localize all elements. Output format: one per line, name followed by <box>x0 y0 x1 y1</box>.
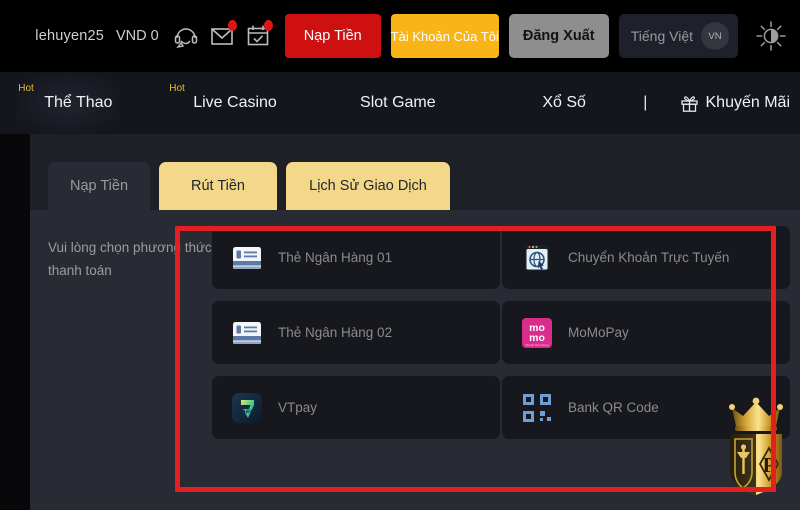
nav-item-the-thao[interactable]: Hot Thể Thao <box>16 72 121 134</box>
svg-text:pay: pay <box>241 408 253 415</box>
nav-label: Live Casino <box>193 94 277 111</box>
crown-shield-logo: P <box>716 396 796 500</box>
mail-icon[interactable] <box>209 20 237 49</box>
nav-item-slot-game[interactable]: Slot Game <box>350 72 446 134</box>
nav-label: Khuyến Mãi <box>705 94 791 111</box>
language-selector[interactable]: Tiếng Việt VN <box>618 14 738 58</box>
method-momopay[interactable]: mo mo Nhanh Nhu Mong MoMoPay <box>502 301 790 364</box>
method-label: VTpay <box>278 400 318 415</box>
nav-label: Xổ Số <box>542 94 586 111</box>
method-chuyen-khoan-truc-tuyen[interactable]: Chuyển Khoản Trực Tuyến <box>502 226 790 289</box>
panel-body: Vui lòng chọn phương thức thanh toán Thẻ… <box>30 210 800 510</box>
nav-item-khuyen-mai[interactable]: Khuyến Mãi <box>670 72 800 134</box>
page-root: lehuyen25 VND 0 Nạp Tiền Tài Khoản Của T… <box>0 0 800 510</box>
hot-badge: Hot <box>18 83 34 94</box>
gift-icon <box>680 94 699 113</box>
language-label: Tiếng Việt <box>630 28 693 44</box>
svg-text:Nhanh Nhu Mong: Nhanh Nhu Mong <box>525 343 549 347</box>
mail-badge <box>227 20 237 31</box>
method-label: Thẻ Ngân Hàng 02 <box>278 325 393 340</box>
nav-label: Thể Thao <box>44 94 113 111</box>
method-label: Thẻ Ngân Hàng 01 <box>278 250 393 265</box>
method-the-ngan-hang-01[interactable]: Thẻ Ngân Hàng 01 <box>212 226 500 289</box>
balance-label: VND 0 <box>116 28 159 44</box>
calendar-check-icon[interactable] <box>245 20 273 49</box>
nav-item-xo-so[interactable]: Xổ Số <box>532 72 596 134</box>
calendar-badge <box>263 20 273 31</box>
qr-code-icon <box>520 391 554 425</box>
tab-lich-su-giao-dich[interactable]: Lịch Sử Giao Dịch <box>286 162 450 210</box>
content-panel: Nạp Tiền Rút Tiền Lịch Sử Giao Dịch Vui … <box>30 134 800 510</box>
momo-logo-icon: mo mo Nhanh Nhu Mong <box>520 316 554 350</box>
nav-label: Slot Game <box>360 94 436 111</box>
payment-hint-text: Vui lòng chọn phương thức thanh toán <box>48 240 212 278</box>
header-icon-group <box>173 20 273 49</box>
hot-badge: Hot <box>169 83 185 94</box>
top-header: lehuyen25 VND 0 Nạp Tiền Tài Khoản Của T… <box>0 0 800 72</box>
tab-nap-tien[interactable]: Nạp Tiền <box>48 162 150 210</box>
method-label: MoMoPay <box>568 325 629 340</box>
nav-item-live-casino[interactable]: Hot Live Casino <box>167 72 287 134</box>
tab-rut-tien[interactable]: Rút Tiền <box>159 162 277 210</box>
vtpay-logo-icon: pay <box>230 391 264 425</box>
bank-card-icon <box>230 316 264 350</box>
payment-method-grid: Thẻ Ngân Hàng 01 Chuyển Khoản Trực Tuyến… <box>212 226 790 439</box>
deposit-button[interactable]: Nạp Tiền <box>284 14 381 58</box>
sun-brightness-icon[interactable] <box>750 15 792 57</box>
language-code-chip: VN <box>701 22 729 50</box>
bank-card-icon <box>230 241 264 275</box>
tab-bar: Nạp Tiền Rút Tiền Lịch Sử Giao Dịch <box>48 162 450 210</box>
nav-separator: | <box>643 94 648 111</box>
username-label: lehuyen25 <box>35 28 105 44</box>
headset-support-icon[interactable] <box>173 23 199 49</box>
my-account-button[interactable]: Tài Khoản Của Tôi <box>391 14 499 58</box>
svg-text:P: P <box>763 453 776 477</box>
online-transfer-globe-icon <box>520 241 554 275</box>
main-nav: Hot Thể Thao Hot Live Casino Slot Game X… <box>0 72 800 134</box>
method-the-ngan-hang-02[interactable]: Thẻ Ngân Hàng 02 <box>212 301 500 364</box>
method-vtpay[interactable]: pay VTpay <box>212 376 500 439</box>
logout-button[interactable]: Đăng Xuất <box>508 14 609 58</box>
method-label: Bank QR Code <box>568 400 659 415</box>
method-label: Chuyển Khoản Trực Tuyến <box>568 250 730 265</box>
